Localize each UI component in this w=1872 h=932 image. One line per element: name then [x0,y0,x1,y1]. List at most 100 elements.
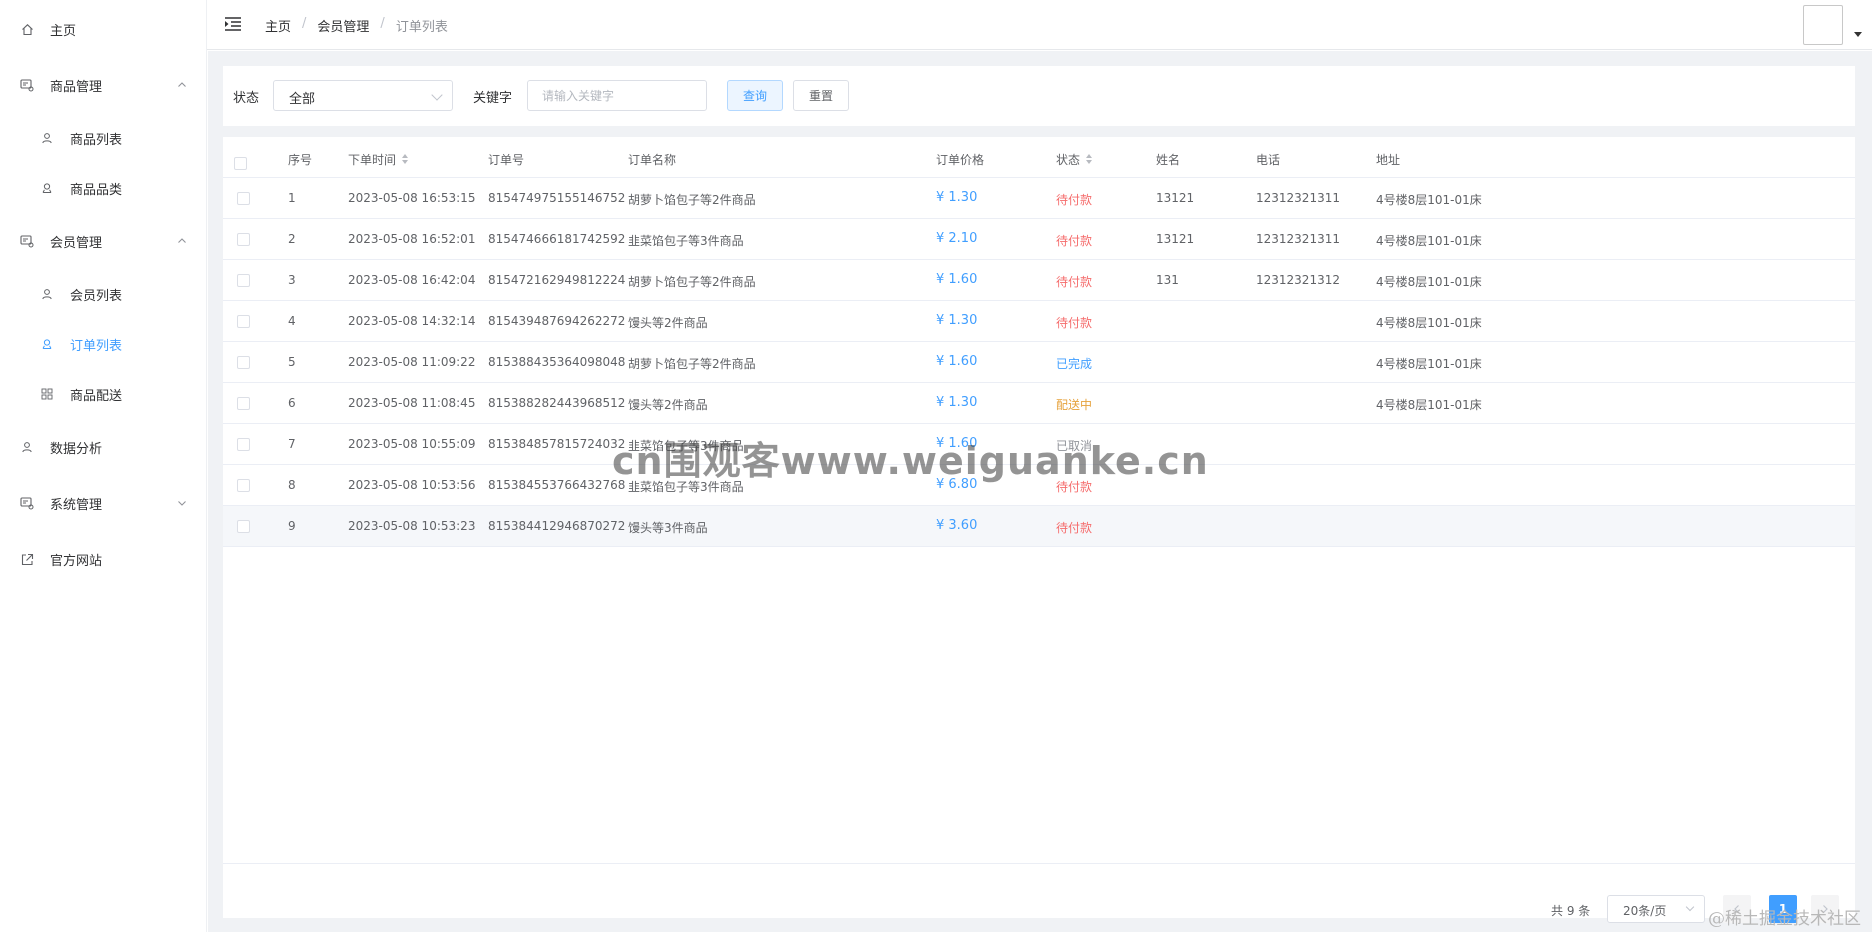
row-checkbox[interactable] [237,520,250,533]
external-link-icon [20,552,34,566]
cell-order-no: 815388435364098048 [488,355,626,369]
table-row[interactable]: 5 2023-05-08 11:09:22 815388435364098048 胡萝… [223,342,1855,383]
chevron-up-icon [178,238,186,243]
cell-order-no: 815439487694262272 [488,314,626,328]
sidebar-item-system-management[interactable]: 系统管理 [0,483,207,523]
cell-index: 8 [288,478,296,492]
table-row[interactable]: 4 2023-05-08 14:32:14 815439487694262272 馒头… [223,301,1855,342]
sidebar-item-label: 商品管理 [50,79,103,95]
goods-icon [20,78,34,92]
breadcrumb-item-home[interactable]: 主页 [265,16,291,35]
cell-order-time: 2023-05-08 16:42:04 [348,273,476,287]
goods-icon [20,234,34,248]
row-checkbox[interactable] [237,274,250,287]
column-header-order-no: 订单号 [488,153,525,167]
sidebar-item-order-list[interactable]: 订单列表 [0,324,207,364]
sidebar-item-label: 会员列表 [70,288,123,304]
row-checkbox[interactable] [237,356,250,369]
cell-price: ¥ 1.30 [936,313,978,328]
cell-order-name: 韭菜馅包子等3件商品 [628,480,744,494]
cell-price: ¥ 1.60 [936,436,978,451]
row-checkbox[interactable] [237,233,250,246]
cell-order-no: 815384553766432768 [488,478,626,492]
avatar[interactable] [1803,5,1843,45]
page-size-select[interactable]: 20条/页 [1607,895,1705,923]
reset-button[interactable]: 重置 [793,80,849,111]
column-header-order-time[interactable]: 下单时间 [348,151,409,168]
sidebar-item-label: 商品配送 [70,388,123,404]
cell-order-no: 815384412946870272 [488,519,626,533]
user-icon [40,131,54,145]
query-button[interactable]: 查询 [727,80,783,111]
table-row[interactable]: 3 2023-05-08 16:42:04 815472162949812224 胡萝… [223,260,1855,301]
pagination: 共 9 条 20条/页 1 [223,895,1855,925]
column-header-phone: 电话 [1256,153,1281,167]
cell-order-time: 2023-05-08 10:55:09 [348,437,476,451]
cell-index: 6 [288,396,296,410]
users-icon [40,337,54,351]
cell-status: 已取消 [1056,439,1093,453]
cell-phone: 12312321311 [1256,232,1340,246]
cell-status: 待付款 [1056,193,1093,207]
cell-price: ¥ 6.80 [936,477,978,492]
cell-order-time: 2023-05-08 10:53:23 [348,519,476,533]
menu-fold-icon[interactable] [224,16,242,32]
row-checkbox[interactable] [237,315,250,328]
select-all-checkbox[interactable] [234,157,247,170]
cell-status: 待付款 [1056,316,1093,330]
table-row[interactable]: 1 2023-05-08 16:53:15 815474975155146752 胡萝… [223,178,1855,219]
cell-order-time: 2023-05-08 14:32:14 [348,314,476,328]
cell-address: 4号楼8层101-01床 [1376,234,1482,248]
row-checkbox[interactable] [237,192,250,205]
row-checkbox[interactable] [237,397,250,410]
cell-price: ¥ 1.60 [936,354,978,369]
cell-index: 5 [288,355,296,369]
sidebar-item-goods-list[interactable]: 商品列表 [0,118,207,158]
table-row[interactable]: 7 2023-05-08 10:55:09 815384857815724032 韭菜… [223,424,1855,465]
cell-order-name: 韭菜馅包子等3件商品 [628,234,744,248]
cell-index: 7 [288,437,296,451]
table-row[interactable]: 9 2023-05-08 10:53:23 815384412946870272 馒头… [223,506,1855,547]
table-row[interactable]: 6 2023-05-08 11:08:45 815388282443968512 馒头… [223,383,1855,424]
row-checkbox[interactable] [237,438,250,451]
cell-order-name: 胡萝卜馅包子等2件商品 [628,193,756,207]
cell-status: 待付款 [1056,234,1093,248]
table-row[interactable]: 8 2023-05-08 10:53:56 815384553766432768 韭菜… [223,465,1855,506]
sidebar-item-home[interactable]: 主页 [0,9,207,49]
row-checkbox[interactable] [237,479,250,492]
order-table: 序号 下单时间 订单号 订单名称 订单价格 状态 姓名 电话 地址 1 2023-… [223,137,1855,923]
sidebar-item-goods-category[interactable]: 商品品类 [0,168,207,208]
sidebar-item-goods-management[interactable]: 商品管理 [0,65,207,105]
page-size-value: 20条/页 [1623,904,1667,918]
sort-icon[interactable] [402,153,409,164]
chevron-down-icon [431,89,443,101]
caret-down-icon[interactable] [1854,32,1862,37]
cell-order-time: 2023-05-08 16:53:15 [348,191,476,205]
sidebar-item-member-list[interactable]: 会员列表 [0,274,207,314]
cell-order-name: 馒头等3件商品 [628,521,708,535]
sidebar-item-label: 商品列表 [70,132,123,148]
column-header-status[interactable]: 状态 [1056,151,1093,168]
sidebar-item-data-analysis[interactable]: 数据分析 [0,427,207,467]
cell-price: ¥ 1.30 [936,190,978,205]
cell-address: 4号楼8层101-01床 [1376,193,1482,207]
sidebar: 主页 商品管理 商品列表 商品品类 会员管理 会员列表 订单列表 商品配送 数据… [0,0,207,932]
sidebar-item-official-site[interactable]: 官方网站 [0,539,207,579]
cell-phone: 12312321312 [1256,273,1340,287]
breadcrumb-item-member-management[interactable]: 会员管理 [317,16,369,35]
status-filter-label: 状态 [233,91,260,106]
column-header-price: 订单价格 [936,153,985,167]
sidebar-item-goods-delivery[interactable]: 商品配送 [0,374,207,414]
pagination-total: 共 9 条 [1551,904,1591,918]
breadcrumb-item-order-list: 订单列表 [395,20,448,35]
cell-order-name: 胡萝卜馅包子等2件商品 [628,357,756,371]
keyword-input[interactable] [527,80,707,111]
main-content: 状态 全部 关键字 查询 重置 序号 下单时间 订单号 订单名称 订单价格 状态… [208,51,1872,932]
cell-order-no: 815474666181742592 [488,232,626,246]
sort-icon[interactable] [1086,153,1093,164]
table-row[interactable]: 2 2023-05-08 16:52:01 815474666181742592 韭菜… [223,219,1855,260]
cell-status: 已完成 [1056,357,1093,371]
status-select[interactable]: 全部 [273,80,453,111]
sidebar-item-member-management[interactable]: 会员管理 [0,221,207,261]
cell-order-time: 2023-05-08 11:08:45 [348,396,476,410]
